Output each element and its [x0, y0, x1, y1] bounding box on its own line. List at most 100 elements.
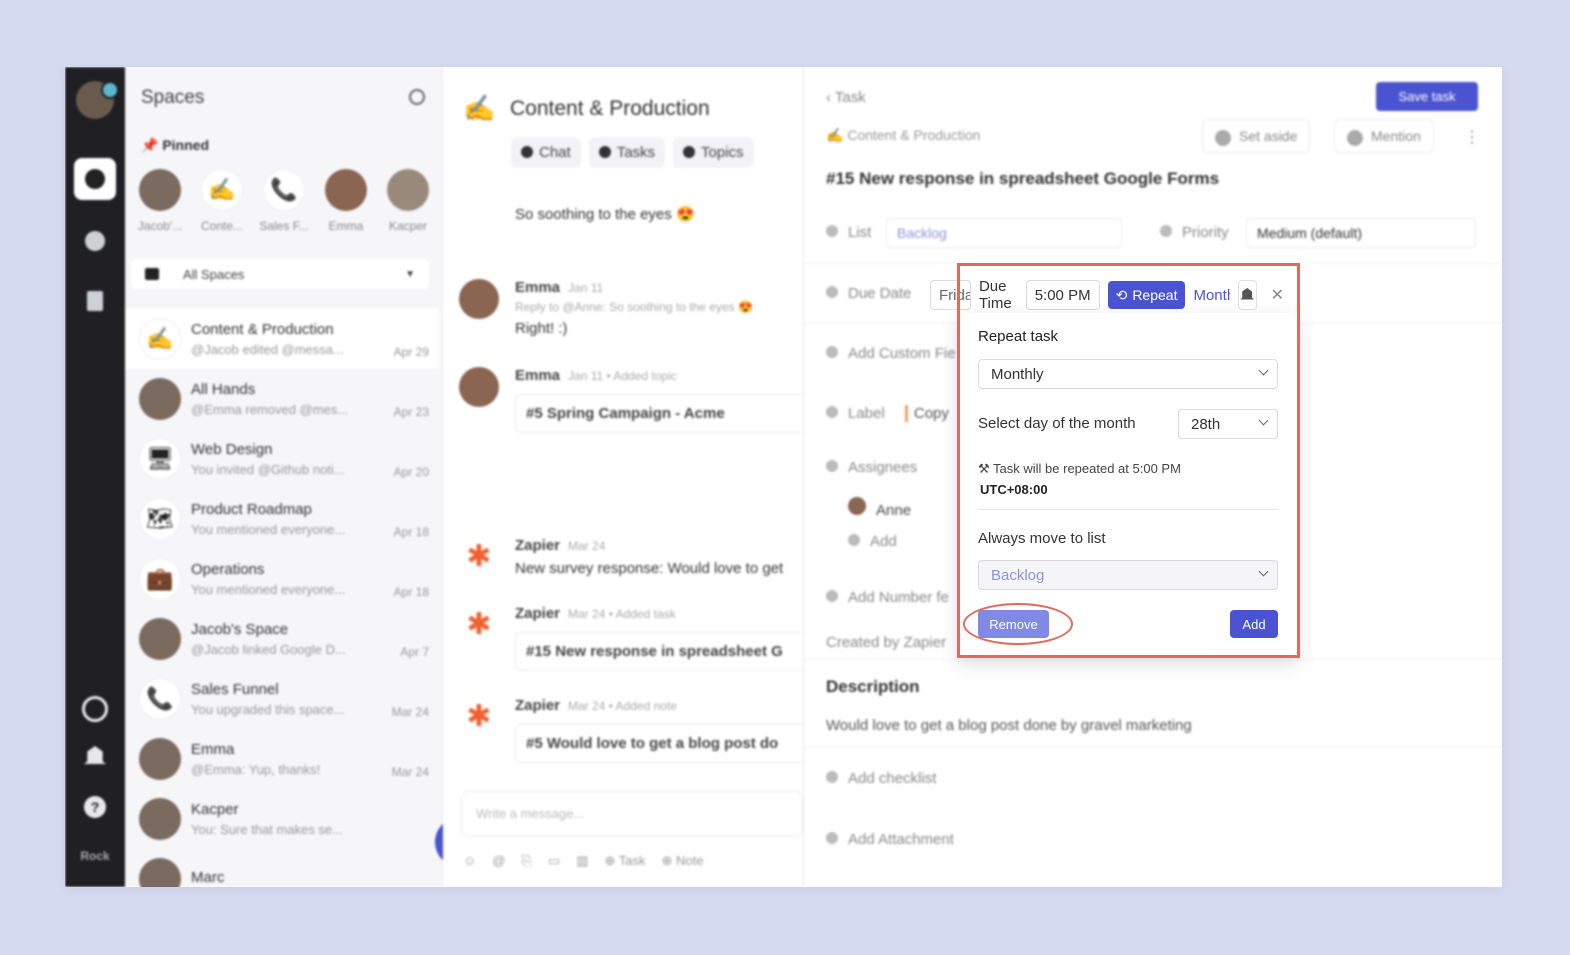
more-icon[interactable]: ⋮ — [1464, 127, 1480, 147]
rail-notifications[interactable] — [65, 735, 125, 779]
attach-icon[interactable]: ⎘ — [521, 853, 531, 869]
message: ✱ Zapier Mar 24 • Added task #15 New respon… — [459, 605, 815, 671]
mention-icon[interactable]: @ — [492, 853, 505, 869]
add-button[interactable]: Add — [1230, 610, 1278, 638]
list-select[interactable]: Backlog — [886, 218, 1122, 248]
message: ✱ Zapier Mar 24 • Added note #5 Would love … — [459, 697, 815, 763]
clock-icon — [82, 696, 108, 722]
room-subtitle: You mentioned everyone... — [191, 522, 346, 537]
pinned-item[interactable]: Jacob'... — [131, 169, 189, 233]
rail-tasks[interactable] — [65, 219, 125, 263]
tasks-icon — [85, 231, 105, 251]
repeat-task-popup: Repeat task Monthly Select day of the mo… — [958, 313, 1298, 658]
spaces-filter[interactable]: All Spaces ▼ — [131, 259, 429, 289]
rail-files[interactable] — [65, 279, 125, 323]
repeat-button[interactable]: ⟲ Repeat — [1107, 281, 1186, 309]
writing-hand-icon: ✍ — [201, 169, 243, 211]
sidebar-item-room[interactable]: All Hands @Emma removed @mes... Apr 23 — [125, 369, 439, 429]
frequency-select[interactable]: Monthly — [978, 359, 1278, 389]
sidebar-item-room[interactable]: 📞 Sales Funnel You upgraded this space..… — [125, 669, 439, 729]
message: Emma Jan 11 Reply to @Anne: So soothing to… — [459, 279, 803, 337]
timezone: UTC+08:00 — [980, 482, 1048, 497]
due-time-input[interactable]: 5:00 PM — [1025, 280, 1100, 310]
room-subtitle: You mentioned everyone... — [191, 582, 346, 597]
priority-select[interactable]: Medium (default) — [1246, 218, 1476, 248]
day-of-month-select[interactable]: 28th — [1178, 409, 1278, 439]
sidebar-item-room[interactable]: ✍ Content & Production @Jacob edited @me… — [125, 309, 439, 369]
rail-spaces[interactable] — [65, 157, 125, 201]
close-icon[interactable]: ✕ — [1271, 285, 1284, 305]
tab-topics[interactable]: Topics — [673, 137, 754, 168]
topic-card[interactable]: #5 Spring Campaign - Acme — [515, 394, 815, 433]
search-icon[interactable] — [409, 89, 425, 105]
save-task-button[interactable]: Save task — [1376, 82, 1478, 111]
message-date: Jan 11 • Added topic — [568, 369, 677, 383]
room-subtitle: You invited @Github noti... — [191, 462, 345, 477]
mention-button[interactable]: Mention — [1334, 119, 1434, 153]
pinned-item[interactable]: ✍ Conte... — [193, 169, 251, 233]
checkbox-icon — [826, 771, 838, 783]
room-date: Apr 20 — [393, 465, 429, 479]
room-title: Jacob's Space — [191, 621, 289, 638]
sidebar-item-room[interactable]: Marc — [125, 849, 439, 887]
add-checklist-button[interactable]: Add checklist — [826, 770, 936, 787]
description-text[interactable]: Would love to get a blog post done by gr… — [826, 717, 1192, 734]
divider — [978, 509, 1278, 510]
emoji-icon[interactable]: ☺ — [463, 853, 476, 869]
add-note-button[interactable]: ⊕ Note — [662, 853, 704, 869]
add-task-button[interactable]: ⊕ Task — [604, 853, 645, 869]
task-title[interactable]: #15 New response in spreadsheet Google F… — [826, 169, 1219, 189]
room-subtitle: @Emma removed @mes... — [191, 402, 349, 417]
add-attachment-button[interactable]: Add Attachment — [826, 831, 954, 848]
room-date: Mar 24 — [391, 765, 429, 779]
sidebar-item-room[interactable]: 🖥 Web Design You invited @Github noti...… — [125, 429, 439, 489]
note-card[interactable]: #5 Would love to get a blog post do — [515, 724, 815, 763]
custom-field-button[interactable]: Add Custom Fie — [826, 345, 956, 362]
message-date: Mar 24 • Added note — [568, 699, 677, 713]
reminder-button[interactable] — [1237, 280, 1257, 310]
add-number-field-button[interactable]: Add Number fe — [826, 589, 949, 606]
file-icon — [87, 291, 103, 311]
remove-button[interactable]: Remove — [978, 610, 1049, 638]
room-title: Emma — [191, 741, 235, 758]
rail-wordmark: Rock — [80, 849, 110, 863]
due-date-input[interactable]: Friday — [930, 280, 971, 310]
rail-history[interactable] — [65, 687, 125, 731]
sidebar-item-room[interactable]: 💼 Operations You mentioned everyone... A… — [125, 549, 439, 609]
pinned-row: Jacob'... ✍ Conte... 📞 Sales F... Emma Kac… — [131, 169, 437, 233]
avatar: 🖥 — [139, 438, 181, 480]
tab-chat[interactable]: Chat — [511, 137, 581, 168]
pinned-item[interactable]: Emma — [317, 169, 375, 233]
move-to-list-label: Always move to list — [978, 530, 1106, 547]
sidebar-item-room[interactable]: 🗺 Product Roadmap You mentioned everyone… — [125, 489, 439, 549]
pinned-item[interactable]: Kacper — [379, 169, 437, 233]
chart-icon[interactable]: ▥ — [576, 853, 588, 869]
room-title: Kacper — [191, 801, 239, 818]
room-subtitle: @Emma: Yup, thanks! — [191, 762, 321, 777]
move-to-list-select[interactable]: Backlog — [978, 560, 1278, 590]
sidebar-item-room[interactable]: Jacob's Space @Jacob linked Google D... … — [125, 609, 439, 669]
add-assignee-button[interactable]: Add — [848, 533, 897, 550]
composer-toolbar: ☺ @ ⎘ ▭ ▥ ⊕ Task ⊕ Note — [463, 853, 703, 869]
video-icon[interactable]: ▭ — [548, 853, 560, 869]
avatar: 📞 — [139, 678, 181, 720]
pinned-item[interactable]: 📞 Sales F... — [255, 169, 313, 233]
set-aside-button[interactable]: Set aside — [1202, 119, 1311, 153]
back-button[interactable]: ‹ Task — [826, 89, 866, 106]
room-title: Content & Production — [191, 321, 334, 338]
room-date: Mar 24 — [391, 705, 429, 719]
room-date: Apr 23 — [393, 405, 429, 419]
label-chip[interactable]: Copy — [904, 405, 949, 422]
divider — [804, 263, 1502, 264]
assignee[interactable]: Anne — [848, 497, 911, 519]
task-card[interactable]: #15 New response in spreadsheet G — [515, 632, 815, 671]
sidebar-item-room[interactable]: Kacper You: Sure that makes se... — [125, 789, 439, 849]
tab-tasks[interactable]: Tasks — [588, 137, 666, 168]
move-to-list-value: Backlog — [991, 567, 1045, 584]
repeat-value[interactable]: Monthly — [1193, 287, 1229, 304]
rail-help[interactable]: ? — [65, 785, 125, 829]
message-input[interactable]: Write a message... — [461, 791, 803, 837]
sidebar-item-room[interactable]: Emma @Emma: Yup, thanks! Mar 24 — [125, 729, 439, 789]
repeat-icon: ⟲ — [1115, 286, 1128, 303]
day-of-month-value: 28th — [1191, 416, 1221, 433]
